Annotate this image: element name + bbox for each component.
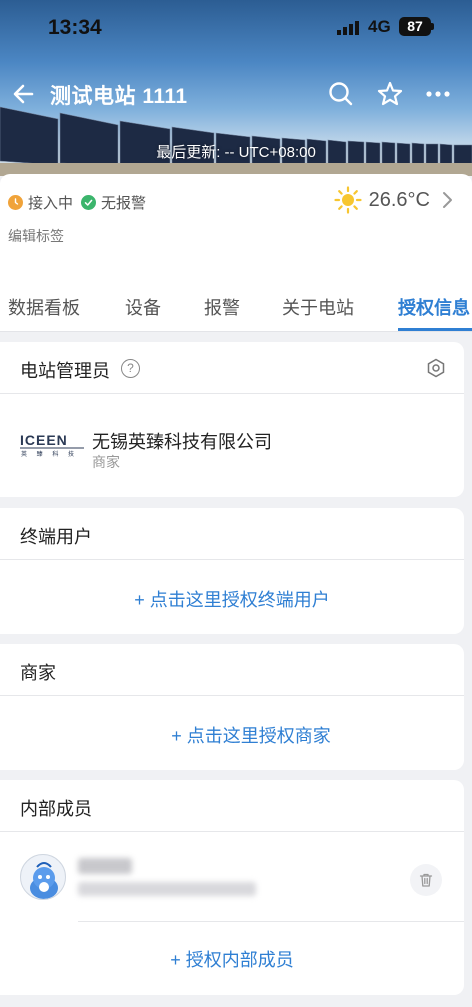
internal-members-title: 内部成员 [20,799,92,819]
signal-icon [337,21,359,35]
tab-bar: 数据看板 设备 报警 关于电站 授权信息 [0,274,472,332]
trash-icon [419,873,433,887]
svg-text:英 臻 科 技: 英 臻 科 技 [21,450,78,458]
status-alarm: 无报警 [101,195,147,212]
company-name: 无锡英臻科技有限公司 [92,432,272,452]
star-icon[interactable] [376,80,404,108]
member-name-redacted [78,858,132,874]
station-status-row: 接入中 无报警 [8,192,146,213]
temperature: 26.6°C [368,188,430,211]
weather-widget[interactable]: 26.6°C [334,186,454,214]
battery-icon: 87 [399,17,431,36]
last-update-text: 最后更新: -- UTC+08:00 [156,144,316,161]
tab-alarms[interactable]: 报警 [204,294,240,320]
connecting-status-icon [8,195,23,210]
authorize-internal-member-button[interactable]: + 授权内部成员 [0,946,464,972]
no-alarm-check-icon [81,195,97,210]
end-users-header: 终端用户 [0,508,464,560]
station-hero-header: 13:34 4G 87 测试电站 1111 最后更新: -- UTC+08:00 [0,0,472,176]
company-role: 商家 [92,454,120,470]
network-type: 4G [368,17,391,36]
chevron-right-icon [443,192,452,208]
merchants-title: 商家 [20,663,56,683]
authorize-end-user-button[interactable]: + 点击这里授权终端用户 [0,586,464,612]
sun-icon [334,186,362,214]
tab-data-dashboard[interactable]: 数据看板 [8,294,80,320]
member-description-redacted [78,882,256,896]
tab-authorization-info[interactable]: 授权信息 [398,294,470,320]
internal-members-card: 内部成员 + 授权内部成员 [0,780,464,995]
tab-about-station[interactable]: 关于电站 [282,294,354,320]
admin-card-header: 电站管理员 ? [0,342,464,394]
battery-tip [431,23,434,30]
tab-devices[interactable]: 设备 [125,294,161,320]
admin-section-title: 电站管理员 [20,361,110,381]
status-connecting: 接入中 [28,195,74,212]
station-info-card: 接入中 无报警 26.6°C 编辑标签 [0,174,472,274]
search-icon[interactable] [327,80,355,108]
end-users-card: 终端用户 + 点击这里授权终端用户 [0,508,464,634]
member-row[interactable] [20,832,464,922]
internal-members-header: 内部成员 [0,780,464,832]
merchants-header: 商家 [0,644,464,696]
end-users-title: 终端用户 [20,527,92,547]
member-avatar [20,854,66,900]
settings-hexagon-icon[interactable] [426,358,446,378]
help-icon[interactable]: ? [121,359,140,378]
more-icon[interactable] [424,80,452,108]
svg-text:ICEEN: ICEEN [20,432,68,448]
navigation-bar: 测试电站 1111 [0,70,472,116]
station-admin-card: 电站管理员 ? ICEEN 英 臻 科 技 无锡英臻科技有限公司 商家 [0,342,464,497]
system-status-bar: 13:34 4G 87 [0,0,472,56]
merchants-card: 商家 + 点击这里授权商家 [0,644,464,770]
page-title: 测试电站 1111 [50,85,188,108]
authorize-merchant-button[interactable]: + 点击这里授权商家 [0,722,464,748]
active-tab-indicator [398,328,472,331]
company-logo: ICEEN 英 臻 科 技 [20,432,84,458]
back-arrow-icon[interactable] [10,80,38,108]
edit-tags-link[interactable]: 编辑标签 [8,226,64,246]
delete-member-button[interactable] [410,864,442,896]
clock: 13:34 [48,16,102,39]
